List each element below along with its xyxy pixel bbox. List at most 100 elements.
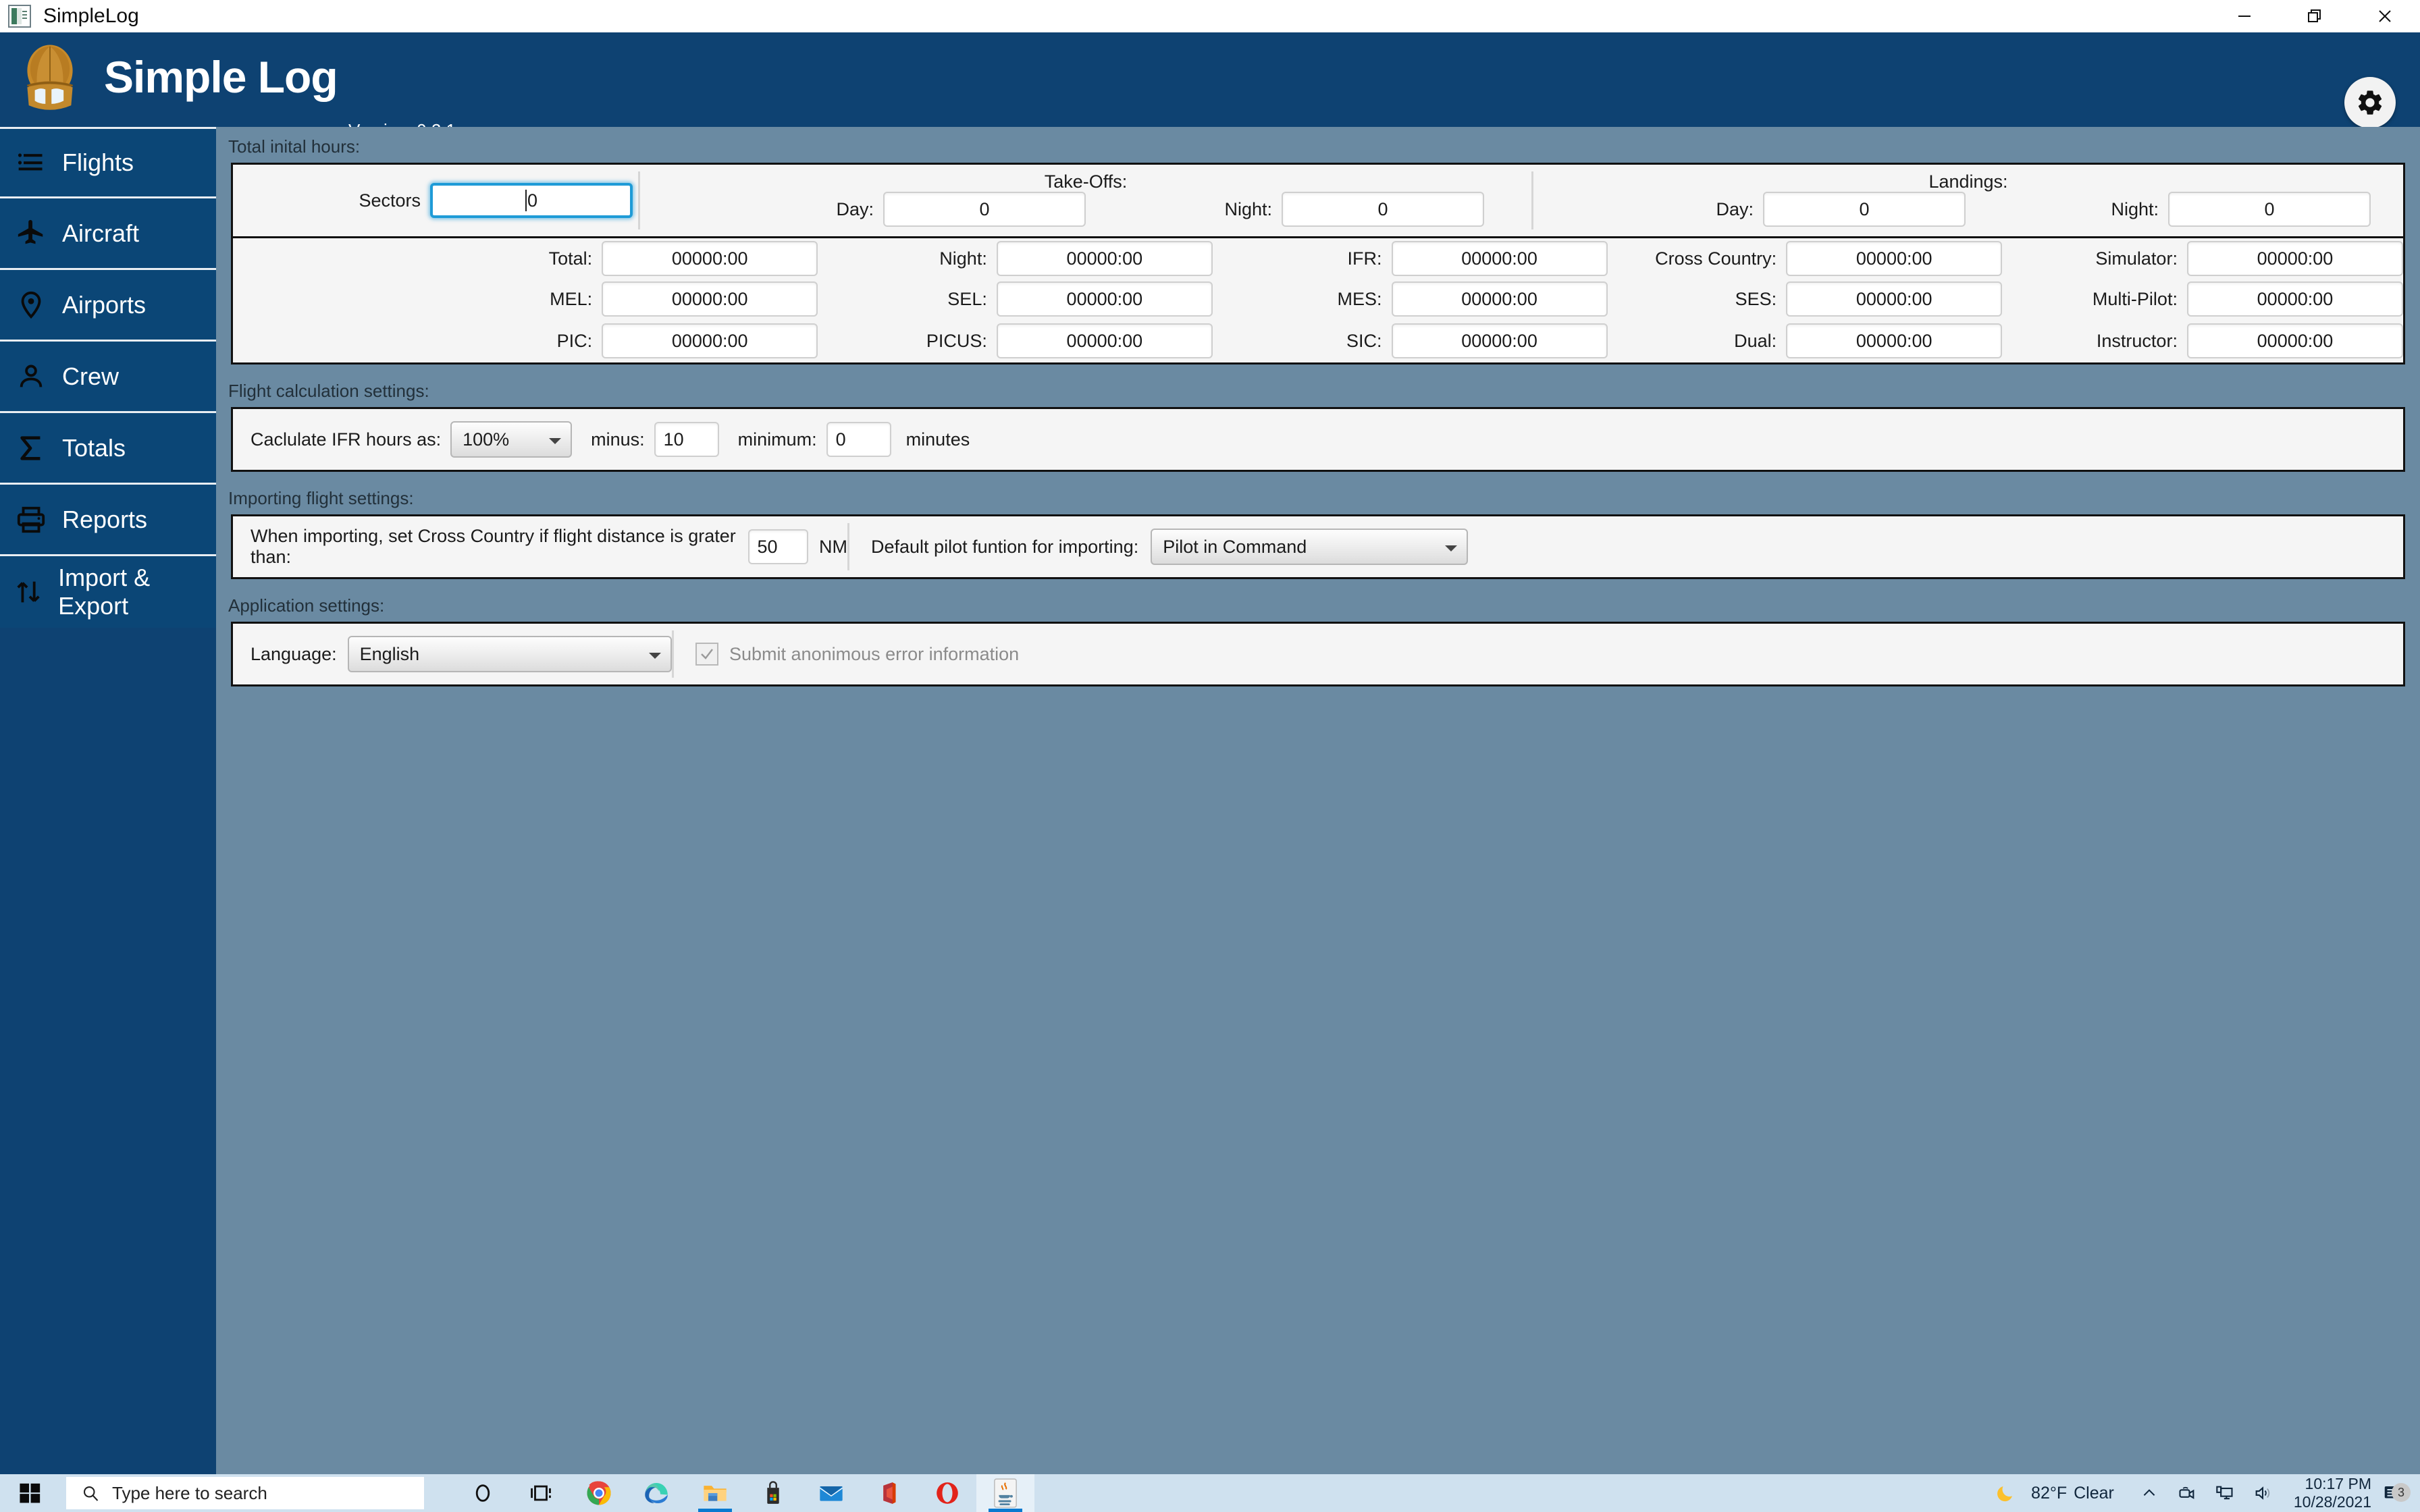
weather-temperature[interactable]: 82°F xyxy=(2031,1484,2067,1503)
app-header: Simple Log Version: 0.2.1c xyxy=(0,32,2420,140)
minimize-button[interactable] xyxy=(2209,0,2280,32)
distance-unit-label: NM xyxy=(819,536,847,557)
hours-input[interactable]: 00000:00 xyxy=(1786,241,2003,276)
minus-input[interactable]: 10 xyxy=(654,422,719,457)
import-export-icon xyxy=(0,576,58,608)
minimum-input[interactable]: 0 xyxy=(826,422,891,457)
hours-input[interactable]: 00000:00 xyxy=(996,281,1213,317)
notification-count: 3 xyxy=(2392,1483,2411,1502)
landings-day-field: Day: 0 xyxy=(1655,192,1966,227)
microsoft-store-icon[interactable] xyxy=(744,1474,802,1512)
importing-panel: When importing, set Cross Country if fli… xyxy=(231,514,2405,579)
hours-input[interactable]: 00000:00 xyxy=(1786,323,2003,358)
language-select[interactable]: English xyxy=(347,636,672,672)
task-view-icon[interactable] xyxy=(512,1474,570,1512)
takeoffs-night-value: 0 xyxy=(1377,198,1388,219)
ifr-percent-select[interactable]: 100% xyxy=(450,421,573,458)
java-icon[interactable] xyxy=(976,1474,1034,1512)
takeoffs-day-input[interactable]: 0 xyxy=(883,192,1086,227)
hours-input[interactable]: 00000:00 xyxy=(2186,281,2403,317)
system-tray: 82°F Clear 10:17 PM 10/28/2021 3 xyxy=(1987,1475,2420,1511)
landings-day-label: Day: xyxy=(1716,198,1754,219)
opera-icon[interactable] xyxy=(918,1474,976,1512)
chrome-icon[interactable] xyxy=(570,1474,628,1512)
sidebar-item-flights[interactable]: Flights xyxy=(0,127,216,198)
search-icon xyxy=(83,1486,99,1501)
hours-input[interactable]: 00000:00 xyxy=(602,241,818,276)
landings-night-field: Night: 0 xyxy=(2060,192,2371,227)
mail-icon[interactable] xyxy=(802,1474,860,1512)
sectors-input[interactable]: 0 xyxy=(430,183,633,218)
clock-time: 10:17 PM xyxy=(2305,1474,2371,1492)
settings-button[interactable] xyxy=(2344,77,2396,128)
hours-input[interactable]: 00000:00 xyxy=(1391,323,1608,358)
ifr-hours-label: Caclulate IFR hours as: xyxy=(251,429,442,450)
notifications-button[interactable]: 3 xyxy=(2371,1483,2413,1503)
map-pin-icon xyxy=(0,290,62,321)
windows-start-icon[interactable] xyxy=(0,1482,61,1505)
cortana-icon[interactable] xyxy=(454,1474,512,1512)
hours-input[interactable]: 00000:00 xyxy=(602,323,818,358)
hours-input[interactable]: 00000:00 xyxy=(2186,241,2403,276)
sidebar-item-label: Aircraft xyxy=(62,219,140,247)
minutes-label: minutes xyxy=(905,429,970,450)
takeoffs-night-field: Night: 0 xyxy=(1174,192,1484,227)
list-icon xyxy=(0,148,62,178)
hours-input[interactable]: 00000:00 xyxy=(996,323,1213,358)
landings-night-input[interactable]: 0 xyxy=(2168,192,2371,227)
chevron-up-icon[interactable] xyxy=(2130,1484,2168,1502)
sidebar-item-import-export[interactable]: Import & Export xyxy=(0,556,216,628)
hours-value: 00000:00 xyxy=(1856,330,1932,351)
hours-label: SEL: xyxy=(947,288,987,309)
sidebar-item-aircraft[interactable]: Aircraft xyxy=(0,198,216,270)
sidebar-item-airports[interactable]: Airports xyxy=(0,270,216,342)
default-pilot-select[interactable]: Pilot in Command xyxy=(1151,529,1469,565)
hours-value: 00000:00 xyxy=(671,248,748,269)
hours-input[interactable]: 00000:00 xyxy=(602,281,818,317)
hours-input[interactable]: 00000:00 xyxy=(1391,241,1608,276)
landings-caption: Landings: xyxy=(1928,171,2008,192)
landings-day-input[interactable]: 0 xyxy=(1763,192,1966,227)
taskbar-clock[interactable]: 10:17 PM 10/28/2021 xyxy=(2294,1475,2371,1511)
search-input[interactable]: Type here to search xyxy=(66,1477,424,1509)
cross-country-distance-input[interactable]: 50 xyxy=(747,529,808,564)
network-icon[interactable] xyxy=(2206,1484,2244,1503)
close-button[interactable] xyxy=(2350,0,2420,32)
taskbar-apps xyxy=(454,1474,1034,1512)
weather-condition[interactable]: Clear xyxy=(2074,1484,2114,1503)
hours-label: MEL: xyxy=(550,288,593,309)
hours-label: IFR: xyxy=(1347,248,1382,269)
sidebar-item-label: Airports xyxy=(62,290,147,319)
office-icon[interactable] xyxy=(860,1474,918,1512)
weather-moon-icon xyxy=(1987,1483,2024,1503)
camera-icon[interactable] xyxy=(2168,1484,2206,1503)
hours-input[interactable]: 00000:00 xyxy=(1391,281,1608,317)
sidebar-item-reports[interactable]: Reports xyxy=(0,485,216,556)
hours-label: PICUS: xyxy=(926,330,987,351)
application-settings-label: Application settings: xyxy=(228,595,385,616)
hours-input[interactable]: 00000:00 xyxy=(2186,323,2403,358)
flight-calculation-panel: Caclulate IFR hours as: 100% minus: 10 m… xyxy=(231,407,2405,472)
takeoffs-night-input[interactable]: 0 xyxy=(1282,192,1484,227)
submit-errors-checkbox[interactable] xyxy=(695,643,718,666)
flight-calculation-row: Caclulate IFR hours as: 100% minus: 10 m… xyxy=(233,409,2403,470)
sectors-group: Sectors 0 xyxy=(233,183,638,218)
restore-button[interactable] xyxy=(2280,0,2350,32)
sidebar-item-totals[interactable]: Totals xyxy=(0,413,216,485)
language-label: Language: xyxy=(251,643,337,664)
hours-label: PIC: xyxy=(556,330,593,351)
hours-value: 00000:00 xyxy=(1856,288,1932,309)
sidebar-item-label: Import & Export xyxy=(58,564,151,620)
hours-label: Simulator: xyxy=(2095,248,2178,269)
hours-input[interactable]: 00000:00 xyxy=(1786,281,2003,317)
importing-row: When importing, set Cross Country if fli… xyxy=(233,516,2403,577)
sidebar-item-crew[interactable]: Crew xyxy=(0,342,216,413)
takeoffs-caption: Take-Offs: xyxy=(1044,171,1128,192)
hours-input[interactable]: 00000:00 xyxy=(996,241,1213,276)
sidebar-item-label: Flights xyxy=(62,148,134,176)
file-explorer-icon[interactable] xyxy=(686,1474,744,1512)
gear-icon xyxy=(2358,90,2382,115)
sectors-value: 0 xyxy=(527,190,538,211)
edge-icon[interactable] xyxy=(628,1474,686,1512)
volume-icon[interactable] xyxy=(2244,1484,2282,1503)
